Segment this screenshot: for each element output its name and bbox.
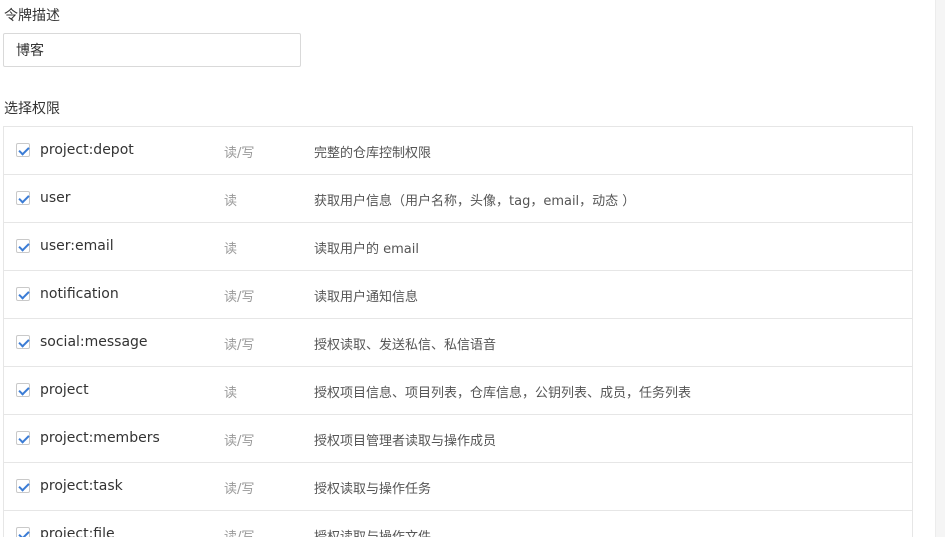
permission-scope: project:depot [40,142,134,158]
permission-scope: project [40,382,89,398]
permissions-label: 选择权限 [4,101,60,117]
permission-scope: user [40,190,71,206]
permission-description: 授权项目管理者读取与操作成员 [314,434,497,449]
token-description-input[interactable] [3,33,301,67]
permission-scope: project:task [40,478,123,494]
permission-description: 读取用户的 email [314,242,419,257]
permission-row: project:task 读/写 授权读取与操作任务 [4,463,912,511]
permission-scope: notification [40,286,119,302]
permission-row: project 读 授权项目信息、项目列表，仓库信息，公钥列表、成员，任务列表 [4,367,912,415]
permission-row: project:file 读/写 授权读取与操作文件 [4,511,912,537]
permission-checkbox[interactable] [16,287,30,301]
permission-scope: user:email [40,238,114,254]
permission-access: 读 [224,386,238,401]
permission-checkbox[interactable] [16,479,30,493]
permission-checkbox[interactable] [16,191,30,205]
permission-row: user 读 获取用户信息（用户名称，头像，tag，email，动态 ） [4,175,912,223]
permission-checkbox[interactable] [16,527,30,537]
token-form: 令牌描述 选择权限 project:depot 读/写 完整的仓库控制权限 us… [0,0,945,537]
permission-description: 授权读取、发送私信、私信语音 [314,338,497,353]
permission-access: 读 [224,242,238,257]
permission-description: 获取用户信息（用户名称，头像，tag，email，动态 ） [314,194,636,209]
permission-checkbox[interactable] [16,431,30,445]
permission-access: 读/写 [224,526,254,537]
permission-checkbox[interactable] [16,383,30,397]
permission-scope: social:message [40,334,148,350]
permission-row: project:members 读/写 授权项目管理者读取与操作成员 [4,415,912,463]
permission-checkbox[interactable] [16,239,30,253]
permission-access: 读/写 [224,146,255,161]
permission-row: user:email 读 读取用户的 email [4,223,912,271]
permission-description: 读取用户通知信息 [314,290,419,305]
permission-row: social:message 读/写 授权读取、发送私信、私信语音 [4,319,912,367]
permission-scope: project:file [40,526,115,537]
permission-description: 授权项目信息、项目列表，仓库信息，公钥列表、成员，任务列表 [314,386,692,401]
permission-description: 完整的仓库控制权限 [314,146,432,161]
permission-access: 读 [224,194,238,209]
page-scrollbar[interactable] [935,0,945,537]
permission-access: 读/写 [224,290,255,305]
permission-checkbox[interactable] [16,335,30,349]
permission-description: 授权读取与操作文件 [314,526,431,537]
permission-scope: project:members [40,430,160,446]
permission-access: 读/写 [224,434,255,449]
permission-description: 授权读取与操作任务 [314,482,432,497]
permission-checkbox[interactable] [16,143,30,157]
permission-access: 读/写 [224,482,255,497]
permission-access: 读/写 [224,338,255,353]
token-description-label: 令牌描述 [4,8,60,24]
permission-row: notification 读/写 读取用户通知信息 [4,271,912,319]
permissions-table: project:depot 读/写 完整的仓库控制权限 user 读 获取用户信… [3,126,913,537]
permission-row: project:depot 读/写 完整的仓库控制权限 [4,127,912,175]
